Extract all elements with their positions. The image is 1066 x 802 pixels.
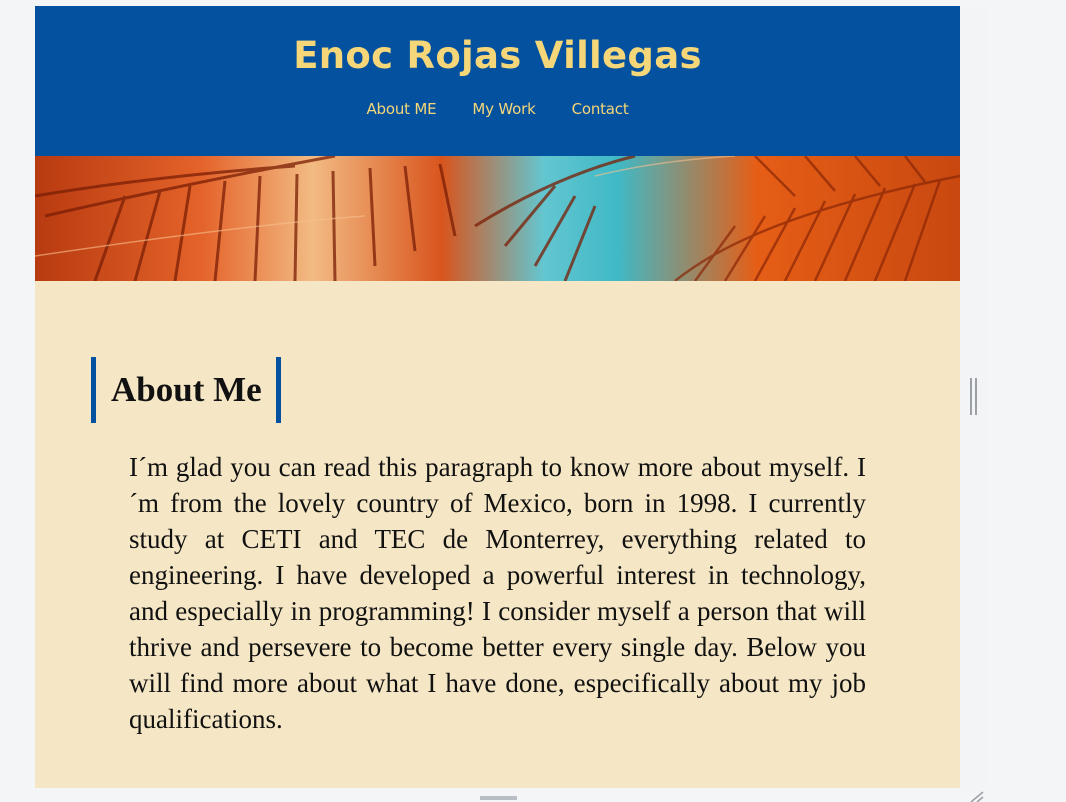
vertical-resize-handle[interactable] <box>480 796 517 800</box>
horizontal-resize-handle[interactable] <box>969 378 979 415</box>
web-page: Enoc Rojas Villegas About ME My Work Con… <box>35 6 960 788</box>
site-title: Enoc Rojas Villegas <box>293 34 702 77</box>
nav-link-about-me[interactable]: About ME <box>366 98 436 120</box>
corner-resize-icon[interactable] <box>968 790 984 802</box>
hero-banner-image <box>35 156 960 281</box>
main-nav: About ME My Work Contact <box>35 98 960 120</box>
nav-link-contact[interactable]: Contact <box>572 98 629 120</box>
about-heading: About Me <box>91 357 281 423</box>
palm-leaves-illustration <box>35 156 960 281</box>
nav-link-my-work[interactable]: My Work <box>472 98 535 120</box>
about-paragraph: I´m glad you can read this paragraph to … <box>129 452 866 734</box>
site-header: Enoc Rojas Villegas About ME My Work Con… <box>35 6 960 156</box>
